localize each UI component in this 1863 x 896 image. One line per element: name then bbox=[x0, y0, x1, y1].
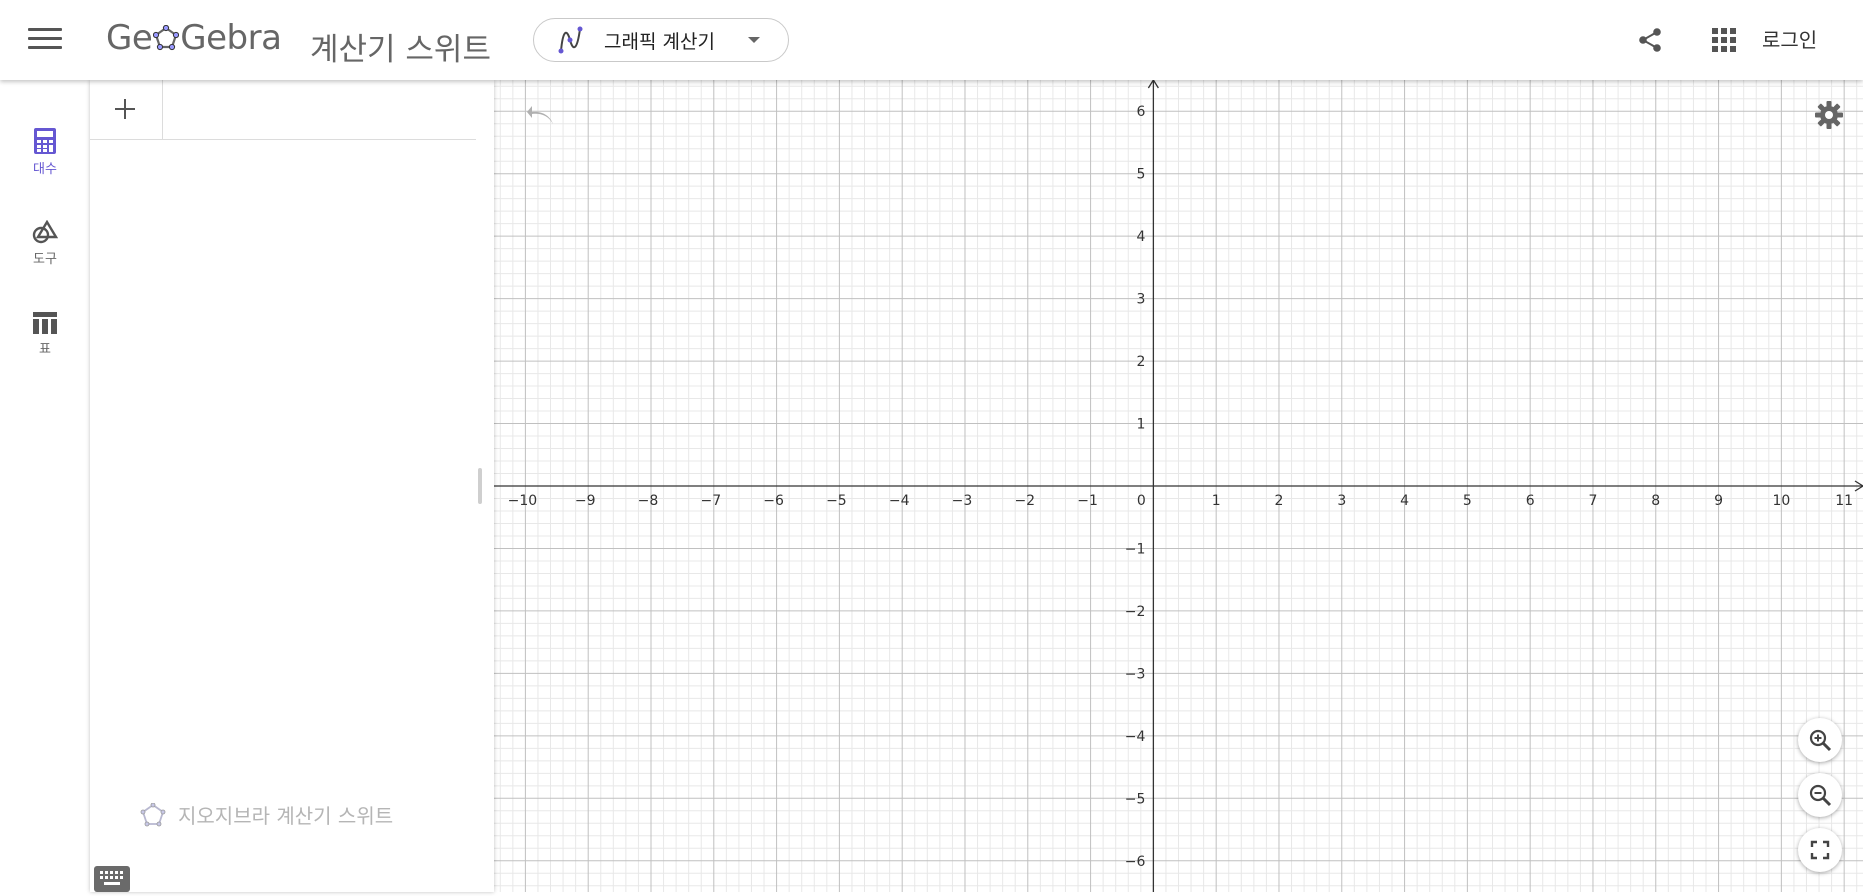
coordinate-grid[interactable]: −10 −9 −8 −7 −6 −5 −4 −3 −2 −1 0 1 2 3 4 5 6 7 8 9 10 1165432… bbox=[494, 78, 1863, 892]
algebra-input-row bbox=[90, 80, 476, 140]
x-tick-label: 3 bbox=[1337, 493, 1346, 509]
x-tick-label: −7 bbox=[700, 493, 721, 509]
x-tick-label: 8 bbox=[1651, 493, 1660, 509]
app-selector-button[interactable]: 그래픽 계산기 bbox=[533, 18, 789, 62]
x-tick-label: −2 bbox=[1014, 493, 1035, 509]
fullscreen-button[interactable] bbox=[1798, 828, 1842, 872]
x-tick-label: −8 bbox=[638, 493, 659, 509]
x-tick-label: 5 bbox=[1463, 493, 1472, 509]
x-tick-label: −6 bbox=[763, 493, 784, 509]
zoom-out-icon bbox=[1809, 784, 1832, 807]
x-tick-label: 2 bbox=[1275, 493, 1284, 509]
keyboard-icon bbox=[100, 871, 123, 885]
geogebra-pentagon-icon bbox=[140, 802, 166, 826]
y-tick-label: 3 bbox=[1136, 292, 1145, 308]
side-rail: 대수 도구 표 bbox=[0, 80, 90, 892]
algebra-panel: 지오지브라 계산기 스위트 bbox=[90, 80, 494, 892]
x-tick-label: 9 bbox=[1714, 493, 1723, 509]
share-icon[interactable] bbox=[1636, 26, 1664, 54]
rail-item-algebra[interactable]: 대수 bbox=[0, 128, 90, 177]
x-tick-label: −4 bbox=[889, 493, 910, 509]
y-tick-label: 6 bbox=[1136, 104, 1145, 120]
branding-text: 지오지브라 계산기 스위트 bbox=[178, 804, 394, 828]
logo-pentagon-icon bbox=[153, 25, 180, 51]
y-tick-label: 1 bbox=[1136, 417, 1145, 433]
x-tick-label: 4 bbox=[1400, 493, 1409, 509]
y-tick-label: −3 bbox=[1125, 666, 1146, 682]
x-tick-label: −3 bbox=[952, 493, 973, 509]
origin-label: 0 bbox=[1137, 493, 1146, 509]
x-tick-label: 1 bbox=[1212, 493, 1221, 509]
app-header: Ge Gebra 계산기 스위트 그래픽 계산기 로그인 bbox=[0, 0, 1863, 80]
y-tick-label: −5 bbox=[1125, 791, 1146, 807]
logo-text-left: Ge bbox=[106, 18, 153, 58]
panel-resize-handle[interactable] bbox=[478, 468, 482, 504]
chevron-down-icon bbox=[748, 37, 760, 43]
zoom-out-button[interactable] bbox=[1798, 773, 1842, 817]
y-tick-label: −2 bbox=[1125, 604, 1146, 620]
y-tick-label: 2 bbox=[1136, 354, 1145, 370]
gear-icon[interactable] bbox=[1814, 100, 1844, 130]
suite-title: 계산기 스위트 bbox=[310, 32, 491, 68]
y-tick-label: −4 bbox=[1125, 729, 1146, 745]
x-tick-label: 6 bbox=[1526, 493, 1535, 509]
suite-branding: 지오지브라 계산기 스위트 bbox=[140, 800, 393, 829]
x-tick-label: −1 bbox=[1077, 493, 1098, 509]
calculator-icon bbox=[34, 128, 56, 154]
x-tick-label: 7 bbox=[1589, 493, 1598, 509]
y-tick-label: 5 bbox=[1136, 167, 1145, 183]
graphing-icon bbox=[558, 26, 583, 54]
menu-icon[interactable] bbox=[28, 28, 62, 52]
x-tick-label: −9 bbox=[575, 493, 596, 509]
rail-item-table[interactable]: 표 bbox=[0, 312, 90, 357]
add-input-button[interactable] bbox=[90, 80, 163, 139]
fullscreen-icon bbox=[1810, 840, 1830, 860]
rail-item-tools[interactable]: 도구 bbox=[0, 220, 90, 267]
logo-text-right: Gebra bbox=[180, 18, 282, 58]
x-tick-label: 11 bbox=[1835, 493, 1853, 509]
table-icon bbox=[33, 312, 57, 334]
apps-grid-icon[interactable] bbox=[1712, 28, 1736, 52]
algebra-input-field[interactable] bbox=[163, 80, 476, 139]
rail-item-label: 표 bbox=[39, 342, 51, 357]
rail-item-label: 도구 bbox=[33, 252, 57, 267]
zoom-in-icon bbox=[1809, 729, 1832, 752]
rail-item-label: 대수 bbox=[33, 162, 57, 177]
geogebra-logo: Ge Gebra bbox=[106, 18, 282, 58]
y-tick-label: −1 bbox=[1125, 541, 1146, 557]
zoom-in-button[interactable] bbox=[1798, 718, 1842, 762]
x-tick-label: 10 bbox=[1772, 493, 1790, 509]
x-tick-label: −5 bbox=[826, 493, 847, 509]
keyboard-button[interactable] bbox=[94, 866, 130, 892]
login-button[interactable]: 로그인 bbox=[1762, 24, 1817, 53]
y-tick-label: −6 bbox=[1125, 854, 1146, 870]
y-tick-label: 4 bbox=[1136, 229, 1145, 245]
x-tick-label: −10 bbox=[508, 493, 538, 509]
undo-icon[interactable] bbox=[526, 104, 556, 128]
app-selector-label: 그래픽 계산기 bbox=[604, 30, 715, 53]
graphics-view[interactable]: −10 −9 −8 −7 −6 −5 −4 −3 −2 −1 0 1 2 3 4 5 6 7 8 9 10 11 6 5 4 3 2… bbox=[494, 78, 1863, 892]
shapes-icon bbox=[32, 220, 58, 244]
